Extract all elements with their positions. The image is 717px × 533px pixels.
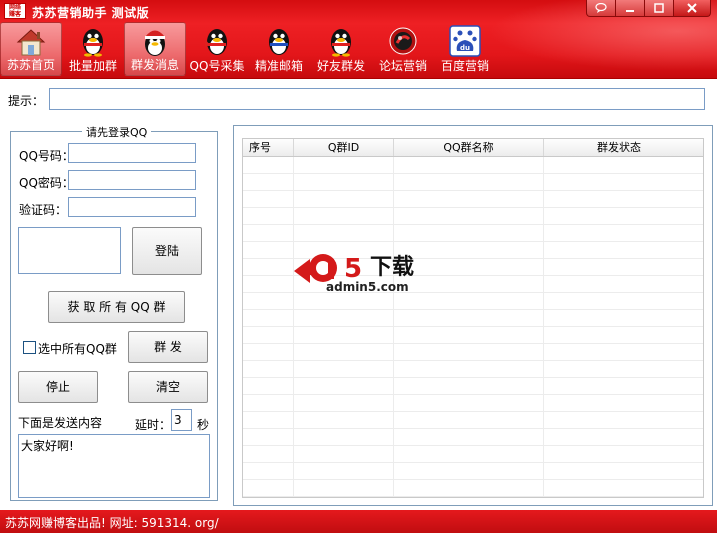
- toolbar-item-friend-send[interactable]: 好友群发: [310, 22, 372, 76]
- svg-text:du: du: [460, 44, 470, 52]
- group-send-button[interactable]: 群 发: [128, 331, 208, 363]
- app-logo-text-top: 网络: [8, 4, 21, 11]
- baidu-icon: du: [449, 25, 481, 57]
- forum-icon: [389, 27, 417, 55]
- close-icon[interactable]: [673, 0, 711, 17]
- toolbar-item-group-send[interactable]: 群发消息: [124, 22, 186, 76]
- select-all-groups-checkbox[interactable]: [23, 341, 36, 354]
- main-toolbar: 苏苏首页 批量加群 群发消息 QQ号采集 精准邮箱 好友群发 论坛营销 du 百…: [0, 22, 496, 76]
- hint-label: 提示：: [8, 94, 45, 108]
- home-icon: [16, 29, 46, 56]
- toolbar-item-label: 好友群发: [316, 59, 365, 73]
- toolbar-item-label: 论坛营销: [378, 59, 427, 73]
- toolbar-item-label: 精准邮箱: [254, 59, 303, 73]
- fetch-all-groups-button[interactable]: 获 取 所 有 QQ 群: [48, 291, 185, 323]
- qq-password-field[interactable]: [68, 170, 196, 190]
- qq-penguin-icon: [83, 29, 103, 57]
- a5-watermark-logo: 5 下载 admin5.com: [294, 254, 414, 294]
- toolbar-item-baidu-marketing[interactable]: du 百度营销: [434, 22, 496, 76]
- select-all-groups-label: 选中所有QQ群: [38, 342, 117, 356]
- column-header-group-name[interactable]: QQ群名称: [394, 139, 544, 156]
- qq-password-label: QQ密码：: [19, 176, 74, 190]
- toolbar-item-label: 群发消息: [130, 58, 179, 72]
- send-content-label: 下面是发送内容: [18, 416, 103, 430]
- captcha-field[interactable]: [68, 197, 196, 217]
- message-textarea[interactable]: 大家好啊!: [18, 434, 210, 498]
- toolbar-item-precise-email[interactable]: 精准邮箱: [248, 22, 310, 76]
- window-title: 苏苏营销助手 测试版: [32, 6, 150, 20]
- minimize-icon[interactable]: [615, 0, 645, 17]
- maximize-icon[interactable]: [644, 0, 674, 17]
- status-text: 苏苏网赚博客出品! 网址: 591314. org/: [5, 516, 219, 530]
- toolbar-item-qq-collect[interactable]: QQ号采集: [186, 22, 248, 76]
- hint-field[interactable]: [49, 88, 705, 110]
- toolbar-item-label: 苏苏首页: [6, 58, 55, 72]
- toolbar-item-batch-join[interactable]: 批量加群: [62, 22, 124, 76]
- login-groupbox: 请先登录QQ QQ号码： QQ密码： 验证码： 登陆 获 取 所 有 QQ 群 …: [10, 124, 218, 501]
- window-controls: [586, 0, 711, 17]
- column-header-index[interactable]: 序号: [243, 139, 294, 156]
- qq-santa-penguin-icon: [145, 30, 165, 56]
- group-list-panel: 序号 Q群ID QQ群名称 群发状态: [233, 125, 713, 506]
- qq-number-field[interactable]: [68, 143, 196, 163]
- toolbar-item-forum-marketing[interactable]: 论坛营销: [372, 22, 434, 76]
- toolbar-item-label: 批量加群: [68, 59, 117, 73]
- seconds-label: 秒: [197, 418, 210, 432]
- chat-bubble-icon[interactable]: [586, 0, 616, 17]
- qq-penguin-icon: [331, 29, 351, 57]
- title-bar: 网络 赚客 苏苏营销助手 测试版 苏苏首页 批量加群 群发消息 QQ号采集 精准…: [0, 0, 717, 78]
- delay-seconds-input[interactable]: 3: [171, 409, 192, 431]
- toolbar-item-home[interactable]: 苏苏首页: [0, 22, 62, 76]
- login-group-title: 请先登录QQ: [82, 124, 152, 140]
- app-logo-text-bottom: 赚客: [8, 11, 21, 18]
- column-header-send-status[interactable]: 群发状态: [544, 139, 694, 156]
- table-header: 序号 Q群ID QQ群名称 群发状态: [243, 139, 703, 157]
- group-table[interactable]: 序号 Q群ID QQ群名称 群发状态: [242, 138, 704, 498]
- captcha-image: [18, 227, 121, 274]
- stop-button[interactable]: 停止: [18, 371, 98, 403]
- clear-button[interactable]: 清空: [128, 371, 208, 403]
- delay-label: 延时：: [135, 418, 172, 432]
- toolbar-item-label: QQ号采集: [189, 59, 245, 73]
- watermark-site: admin5.com: [326, 280, 409, 294]
- toolbar-item-label: 百度营销: [440, 59, 489, 73]
- status-bar: 苏苏网赚博客出品! 网址: 591314. org/: [0, 510, 717, 533]
- watermark-text: 下载: [370, 254, 414, 280]
- qq-penguin-icon: [205, 29, 227, 55]
- login-button[interactable]: 登陆: [132, 227, 202, 275]
- column-header-group-id[interactable]: Q群ID: [294, 139, 394, 156]
- table-body: [243, 157, 703, 497]
- qq-penguin-icon: [269, 29, 289, 55]
- captcha-label: 验证码：: [19, 203, 68, 217]
- qq-number-label: QQ号码：: [19, 149, 74, 163]
- app-logo: 网络 赚客: [4, 3, 26, 19]
